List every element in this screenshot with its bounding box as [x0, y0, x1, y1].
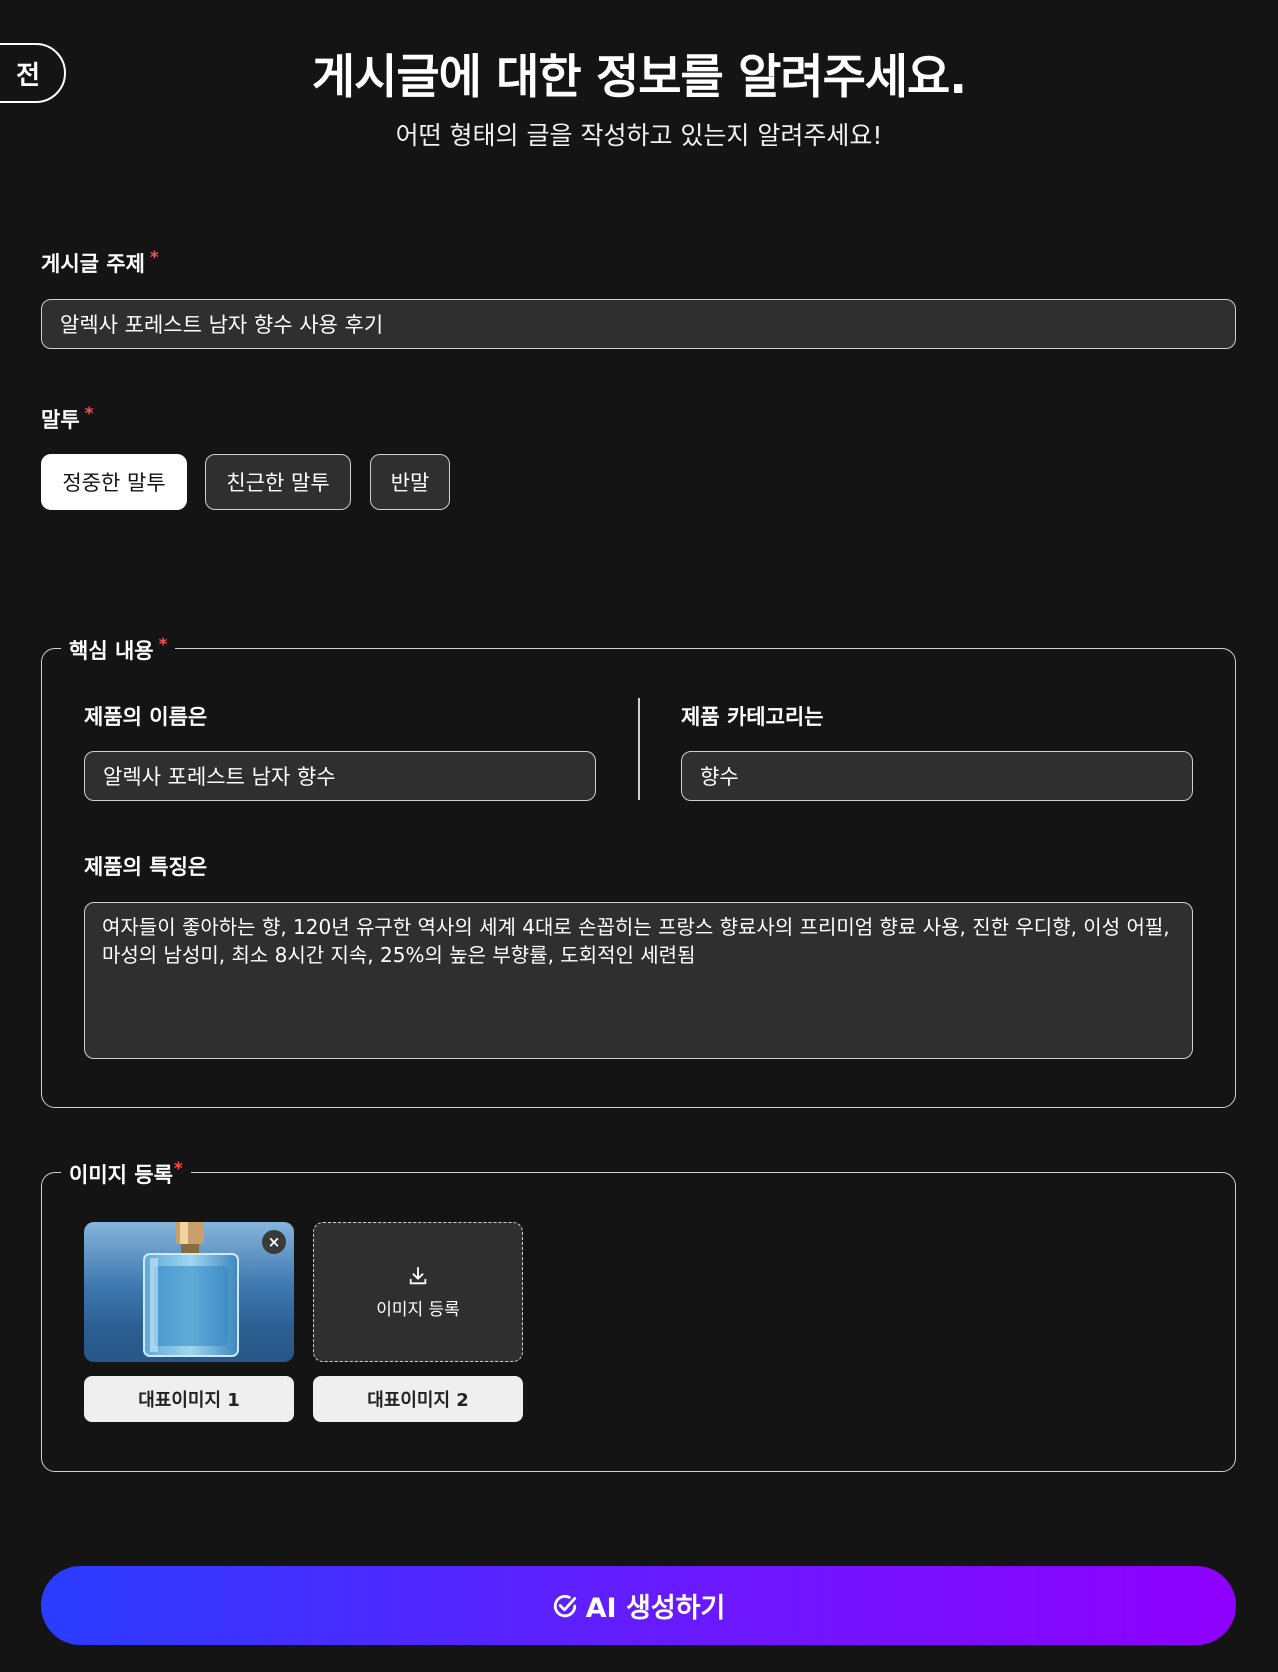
ai-generate-button[interactable]: AI 생성하기 — [41, 1566, 1236, 1645]
close-icon: × — [267, 1233, 281, 1251]
rep-image-label: 대표이미지 2 — [367, 1390, 469, 1411]
upload-label: 이미지 등록 — [376, 1299, 460, 1320]
product-name-label: 제품의 이름은 — [84, 705, 208, 729]
download-icon — [409, 1266, 427, 1284]
page-title: 게시글에 대한 정보를 알려주세요. — [311, 50, 967, 105]
core-content-legend: 핵심 내용 * — [61, 635, 176, 665]
product-name-input[interactable]: 알렉사 포레스트 남자 향수 — [84, 751, 596, 801]
tone-label-text: 말투 — [41, 408, 80, 432]
image-upload-button[interactable]: 이미지 등록 — [313, 1222, 523, 1362]
tone-option-label: 정중한 말투 — [62, 471, 166, 495]
topic-label: 게시글 주제 * — [41, 248, 159, 278]
ai-generate-label: AI 생성하기 — [585, 1593, 726, 1624]
rep-image-1-button[interactable]: 대표이미지 1 — [84, 1376, 294, 1422]
required-mark: * — [158, 635, 168, 655]
image-legend: 이미지 등록* — [61, 1159, 191, 1189]
topic-label-text: 게시글 주제 — [41, 252, 145, 276]
tone-option-friendly[interactable]: 친근한 말투 — [205, 454, 351, 510]
category-value: 향수 — [700, 765, 739, 789]
features-label: 제품의 특징은 — [84, 855, 208, 879]
page-subtitle: 어떤 형태의 글을 작성하고 있는지 알려주세요! — [395, 121, 883, 150]
required-mark: * — [84, 404, 94, 424]
tone-option-polite[interactable]: 정중한 말투 — [41, 454, 187, 510]
tone-option-casual[interactable]: 반말 — [370, 454, 450, 510]
core-legend-text: 핵심 내용 — [69, 639, 154, 663]
features-textarea[interactable]: 여자들이 좋아하는 향, 120년 유구한 역사의 세계 4대로 손꼽히는 프랑… — [84, 902, 1193, 1059]
topic-input-value: 알렉사 포레스트 남자 향수 사용 후기 — [60, 313, 384, 337]
tone-option-label: 친근한 말투 — [226, 471, 330, 495]
product-name-value: 알렉사 포레스트 남자 향수 — [103, 765, 336, 789]
topic-input[interactable]: 알렉사 포레스트 남자 향수 사용 후기 — [41, 299, 1236, 349]
check-circle-icon — [553, 1594, 576, 1617]
category-input[interactable]: 향수 — [681, 751, 1193, 801]
page: 전 게시글에 대한 정보를 알려주세요. 어떤 형태의 글을 작성하고 있는지 … — [0, 0, 1278, 1672]
column-divider — [638, 698, 640, 800]
required-mark: * — [173, 1159, 183, 1179]
required-mark: * — [149, 248, 159, 268]
rep-image-label: 대표이미지 1 — [138, 1390, 240, 1411]
category-label: 제품 카테고리는 — [681, 705, 824, 729]
rep-image-2-button[interactable]: 대표이미지 2 — [313, 1376, 523, 1422]
tone-label: 말투 * — [41, 404, 94, 434]
tone-option-label: 반말 — [390, 471, 430, 495]
image-legend-text: 이미지 등록 — [69, 1163, 173, 1187]
remove-image-button[interactable]: × — [262, 1230, 286, 1254]
